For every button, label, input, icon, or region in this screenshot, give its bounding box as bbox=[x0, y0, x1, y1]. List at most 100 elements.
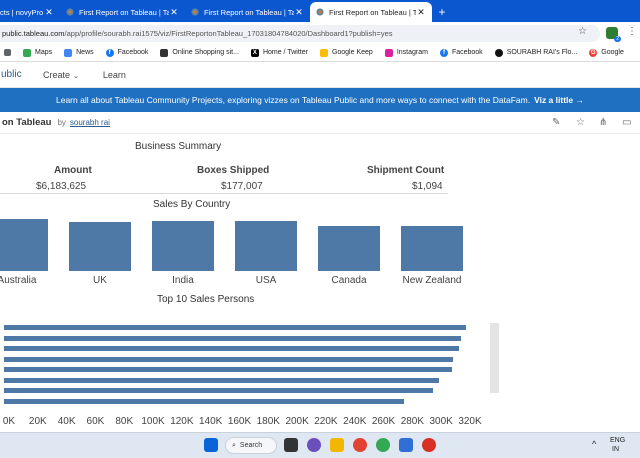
share-icon[interactable]: ⋔ bbox=[599, 117, 607, 128]
country-bar-uk[interactable] bbox=[69, 221, 131, 271]
close-icon[interactable]: ✕ bbox=[294, 7, 304, 18]
top-sales-persons-title: Top 10 Sales Persons bbox=[157, 294, 255, 305]
bookmark-flo[interactable]: SOURABH RAI's Flo... bbox=[494, 48, 578, 57]
bookmark-label: Google bbox=[601, 49, 624, 56]
bookmark-label: SOURABH RAI's Flo... bbox=[506, 49, 578, 56]
country-label: New Zealand bbox=[402, 275, 462, 286]
x-tick-label: 180K bbox=[256, 416, 280, 427]
x-tick-label: 0K bbox=[2, 416, 16, 427]
chat-icon[interactable] bbox=[307, 438, 321, 452]
windows-taskbar: ⌕ Search ^ ENG IN bbox=[0, 432, 640, 458]
flo-icon bbox=[494, 48, 503, 57]
extension-icon[interactable]: 2 bbox=[606, 27, 621, 42]
chart-scrollbar[interactable] bbox=[490, 323, 499, 393]
bookmark-news[interactable]: News bbox=[64, 48, 94, 57]
sales-person-bar[interactable] bbox=[4, 335, 461, 341]
close-icon[interactable]: ✕ bbox=[416, 7, 426, 18]
file-explorer-icon[interactable] bbox=[330, 438, 344, 452]
windows-start-icon[interactable] bbox=[204, 438, 218, 452]
sales-person-bar[interactable] bbox=[4, 325, 467, 330]
viz-title: on Tableau bbox=[2, 117, 52, 128]
facebook-icon: f bbox=[439, 48, 448, 57]
chrome-profile-icon[interactable] bbox=[376, 438, 390, 452]
news-icon bbox=[64, 48, 73, 57]
favorite-star-icon[interactable]: ☆ bbox=[576, 117, 585, 128]
sales-person-bar[interactable] bbox=[4, 388, 434, 393]
sales-person-bar[interactable] bbox=[4, 367, 453, 372]
fullscreen-icon[interactable]: ▭ bbox=[622, 117, 631, 128]
tableau-public-logo[interactable]: ublic bbox=[1, 69, 43, 80]
tab-title: First Report on Tableau | Table bbox=[79, 7, 169, 17]
banner-link[interactable]: Viz a little → bbox=[534, 95, 584, 105]
sales-person-bar[interactable] bbox=[4, 346, 460, 351]
task-view-icon[interactable] bbox=[284, 438, 298, 452]
browser-tab-1[interactable]: cts | novyPro ✕ bbox=[0, 2, 60, 22]
bookmark-star-icon[interactable]: ☆ bbox=[578, 26, 587, 37]
bookmark-facebook[interactable]: f Facebook bbox=[105, 48, 149, 57]
x-tick-label: 280K bbox=[400, 416, 425, 427]
x-tick-label: 220K bbox=[314, 416, 338, 427]
country-bar-usa[interactable] bbox=[235, 221, 297, 271]
tray-chevron-icon[interactable]: ^ bbox=[592, 439, 596, 449]
country-label: USA bbox=[255, 275, 277, 286]
bookmark-instagram[interactable]: Instagram bbox=[384, 48, 428, 57]
kpi-shipments-header: Shipment Count bbox=[367, 165, 445, 176]
country-label: India bbox=[172, 275, 194, 286]
bookmark-twitter[interactable]: X Home / Twitter bbox=[250, 48, 308, 57]
facebook-icon: f bbox=[105, 48, 114, 57]
bookmark-keep[interactable]: Google Keep bbox=[319, 48, 373, 57]
taskbar-search[interactable]: ⌕ Search bbox=[225, 437, 277, 454]
close-icon[interactable]: ✕ bbox=[44, 7, 54, 18]
sales-person-bar[interactable] bbox=[4, 356, 454, 362]
browser-tab-2[interactable]: First Report on Tableau | Table ✕ bbox=[60, 2, 185, 22]
bookmark-label: Home / Twitter bbox=[262, 49, 308, 56]
sales-person-bar[interactable] bbox=[4, 377, 440, 383]
language-indicator[interactable]: ENG bbox=[610, 437, 625, 444]
x-tick-label: 60K bbox=[86, 416, 105, 427]
x-tick-label: 320K bbox=[458, 416, 482, 427]
sales-person-bar[interactable] bbox=[4, 398, 405, 404]
chrome-icon-2[interactable] bbox=[422, 438, 436, 452]
nav-learn[interactable]: Learn bbox=[103, 70, 126, 80]
menu-kebab-icon[interactable]: ⋮ bbox=[627, 26, 637, 37]
new-tab-icon[interactable]: + bbox=[432, 2, 452, 22]
grid-icon bbox=[4, 49, 11, 56]
app-icon[interactable] bbox=[399, 438, 413, 452]
chevron-down-icon: ⌄ bbox=[73, 72, 79, 80]
x-tick-label: 40K bbox=[57, 416, 76, 427]
edit-icon[interactable]: ✎ bbox=[552, 117, 560, 128]
bookmark-label: Facebook bbox=[117, 49, 149, 56]
x-tick-label: 100K bbox=[141, 416, 165, 427]
country-bar-india[interactable] bbox=[152, 221, 214, 271]
x-tick-label: 160K bbox=[227, 416, 252, 427]
bookmark-label: Instagram bbox=[396, 49, 428, 56]
address-bar: public.tableau.com/app/profile/sourabh.r… bbox=[0, 22, 640, 44]
kpi-boxes-value: $177,007 bbox=[221, 181, 263, 192]
country-bar-new-zealand[interactable] bbox=[401, 226, 463, 271]
tableau-favicon-icon bbox=[66, 8, 74, 16]
community-banner: Learn all about Tableau Community Projec… bbox=[0, 88, 640, 112]
apps-grid-icon[interactable] bbox=[4, 49, 15, 56]
country-bar-canada[interactable] bbox=[318, 225, 380, 271]
author-link[interactable]: sourabh rai bbox=[70, 118, 110, 127]
nav-create[interactable]: Create ⌄ bbox=[43, 70, 79, 80]
bookmark-google[interactable]: G Google bbox=[589, 48, 624, 57]
bookmark-shopping[interactable]: Online Shopping sit... bbox=[160, 48, 239, 57]
close-icon[interactable]: ✕ bbox=[169, 7, 179, 18]
by-label: by bbox=[57, 118, 66, 127]
bookmark-maps[interactable]: Maps bbox=[23, 48, 52, 57]
country-label: Canada bbox=[331, 275, 367, 286]
bookmark-facebook-2[interactable]: f Facebook bbox=[439, 48, 483, 57]
browser-tab-3[interactable]: First Report on Tableau | Table ✕ bbox=[185, 2, 310, 22]
viz-title-bar: on Tableau by sourabh rai ✎ ☆ ⋔ ▭ bbox=[0, 112, 640, 134]
chrome-icon[interactable] bbox=[353, 438, 367, 452]
x-tick-label: 120K bbox=[170, 416, 194, 427]
shopping-icon bbox=[160, 48, 169, 57]
bookmark-label: Online Shopping sit... bbox=[172, 49, 239, 56]
tab-title: First Report on Tableau | Table bbox=[204, 7, 294, 17]
url-field[interactable]: public.tableau.com/app/profile/sourabh.r… bbox=[0, 25, 600, 42]
country-bar-australia[interactable] bbox=[0, 219, 48, 271]
bookmark-label: Google Keep bbox=[331, 49, 373, 56]
browser-tab-active[interactable]: First Report on Tableau | Table ✕ bbox=[310, 2, 432, 22]
url-host: public.tableau.com bbox=[2, 29, 65, 38]
